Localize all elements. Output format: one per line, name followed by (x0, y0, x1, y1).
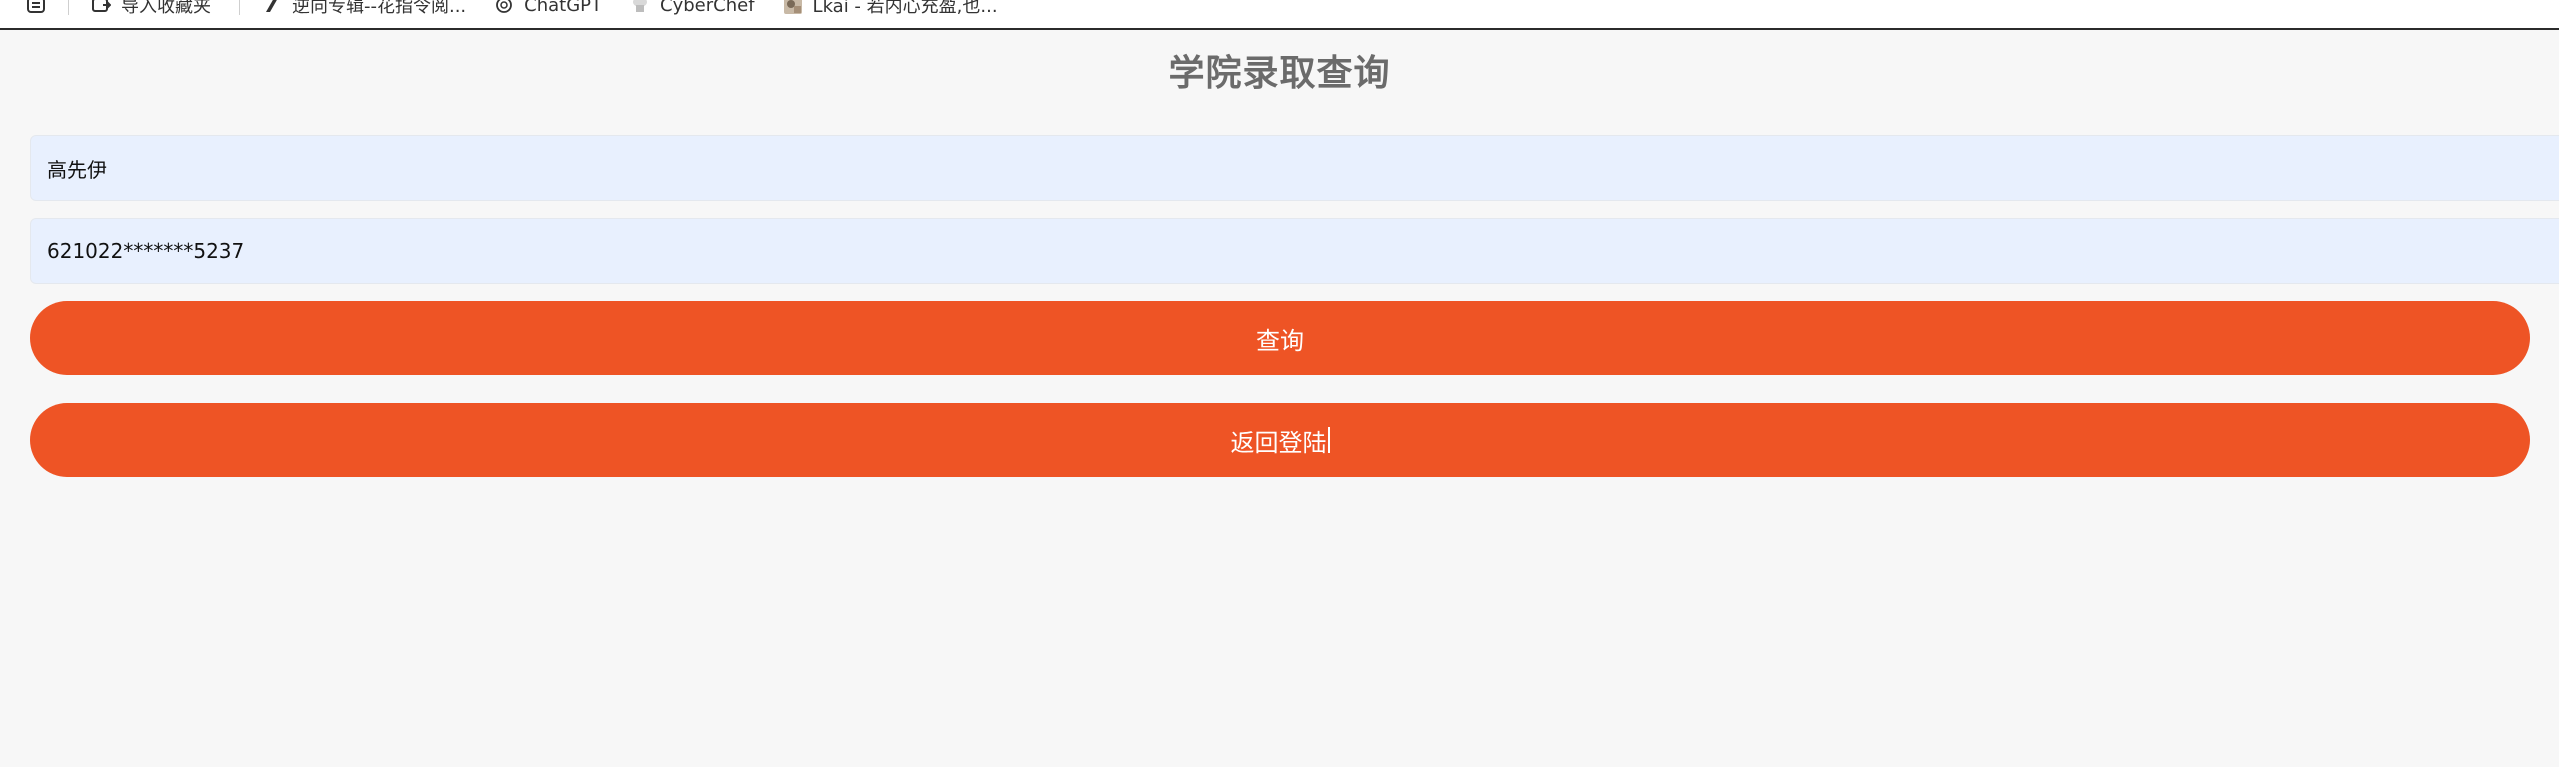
bookmark-chatgpt[interactable]: ChatGPT (494, 0, 602, 16)
name-field[interactable]: 高先伊 (30, 135, 2559, 201)
bookmark-label: Lkai - 若内心充盈,也... (812, 0, 998, 17)
cyberchef-icon (630, 0, 650, 15)
query-button-label: 查询 (1256, 326, 1304, 355)
bookmark-label: CyberChef (660, 0, 755, 16)
bookmark-label: 逆向专辑--花指令阅... (292, 0, 467, 17)
bookmarks-bar: 导入收藏夹 逆向专辑--花指令阅... ChatGPT CyberChef Lk… (0, 0, 2559, 30)
bookmark-import[interactable]: 导入收藏夹 (91, 0, 211, 18)
bookmark-zhihu[interactable]: 逆向专辑--花指令阅... (262, 0, 466, 18)
back-to-login-button-label: 返回登陆 (1230, 428, 1327, 457)
bookmark-lkai[interactable]: Lkai - 若内心充盈,也... (783, 0, 998, 18)
bookmark-label: 导入收藏夹 (121, 0, 211, 17)
bookmarks-separator (68, 0, 69, 15)
back-to-login-button[interactable]: 返回登陆 (30, 403, 2530, 477)
import-bookmarks-icon (91, 0, 111, 15)
id-number-field-value: 621022*******5237 (47, 239, 245, 263)
query-button[interactable]: 查询 (30, 301, 2530, 375)
bookmark-cyberchef[interactable]: CyberChef (630, 0, 755, 16)
id-number-field[interactable]: 621022*******5237 (30, 218, 2559, 284)
avatar-icon (783, 0, 803, 15)
text-cursor (1327, 427, 1330, 453)
bookmarks-bar-items: 导入收藏夹 逆向专辑--花指令阅... ChatGPT CyberChef Lk… (0, 0, 1026, 20)
apps-icon[interactable] (26, 0, 46, 15)
zhihu-icon (262, 0, 282, 15)
name-field-value: 高先伊 (47, 157, 107, 182)
bookmark-label: ChatGPT (524, 0, 603, 16)
page-title: 学院录取查询 (1168, 53, 1391, 94)
chatgpt-icon (494, 0, 514, 15)
bookmarks-separator (239, 0, 240, 15)
